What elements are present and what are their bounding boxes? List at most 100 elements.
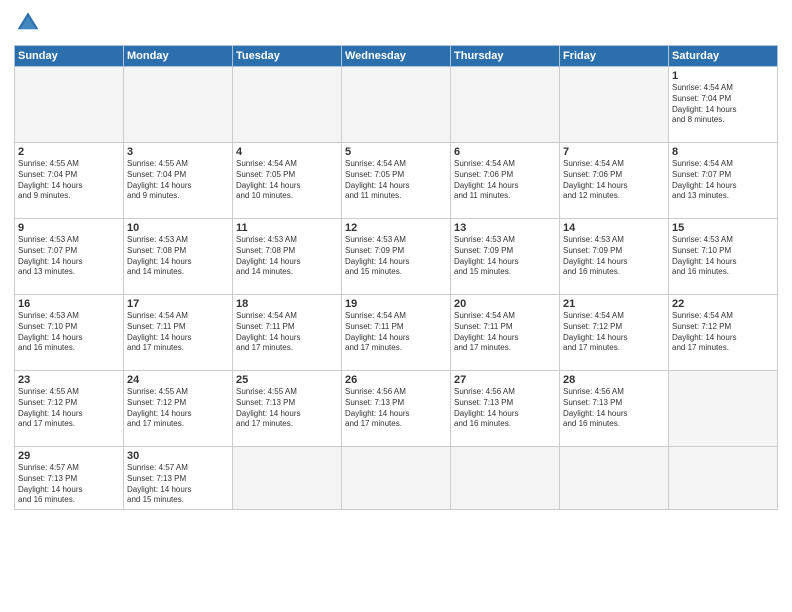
calendar-header-day: Sunday (15, 46, 124, 67)
day-number: 23 (18, 374, 120, 386)
calendar-cell (233, 67, 342, 143)
day-number: 13 (454, 222, 556, 234)
day-number: 30 (127, 450, 229, 462)
day-number: 20 (454, 298, 556, 310)
calendar-header-day: Wednesday (342, 46, 451, 67)
day-info: Sunrise: 4:54 AM Sunset: 7:07 PM Dayligh… (672, 159, 774, 202)
day-info: Sunrise: 4:54 AM Sunset: 7:06 PM Dayligh… (454, 159, 556, 202)
calendar-cell: 12 Sunrise: 4:53 AM Sunset: 7:09 PM Dayl… (342, 219, 451, 295)
calendar-cell (342, 67, 451, 143)
day-number: 15 (672, 222, 774, 234)
day-info: Sunrise: 4:54 AM Sunset: 7:11 PM Dayligh… (345, 311, 447, 354)
calendar-cell (669, 371, 778, 447)
calendar-cell (451, 447, 560, 510)
calendar-cell: 18 Sunrise: 4:54 AM Sunset: 7:11 PM Dayl… (233, 295, 342, 371)
day-info: Sunrise: 4:55 AM Sunset: 7:12 PM Dayligh… (127, 387, 229, 430)
calendar-cell: 8 Sunrise: 4:54 AM Sunset: 7:07 PM Dayli… (669, 143, 778, 219)
day-info: Sunrise: 4:53 AM Sunset: 7:08 PM Dayligh… (236, 235, 338, 278)
calendar-cell: 17 Sunrise: 4:54 AM Sunset: 7:11 PM Dayl… (124, 295, 233, 371)
calendar-cell: 2 Sunrise: 4:55 AM Sunset: 7:04 PM Dayli… (15, 143, 124, 219)
calendar-week-row: 2 Sunrise: 4:55 AM Sunset: 7:04 PM Dayli… (15, 143, 778, 219)
day-info: Sunrise: 4:54 AM Sunset: 7:11 PM Dayligh… (236, 311, 338, 354)
calendar-cell (15, 67, 124, 143)
day-info: Sunrise: 4:55 AM Sunset: 7:13 PM Dayligh… (236, 387, 338, 430)
calendar-cell: 1 Sunrise: 4:54 AM Sunset: 7:04 PM Dayli… (669, 67, 778, 143)
calendar-week-row: 16 Sunrise: 4:53 AM Sunset: 7:10 PM Dayl… (15, 295, 778, 371)
calendar-cell (342, 447, 451, 510)
day-number: 17 (127, 298, 229, 310)
day-info: Sunrise: 4:54 AM Sunset: 7:05 PM Dayligh… (345, 159, 447, 202)
calendar-header-day: Tuesday (233, 46, 342, 67)
calendar-cell: 30 Sunrise: 4:57 AM Sunset: 7:13 PM Dayl… (124, 447, 233, 510)
day-info: Sunrise: 4:56 AM Sunset: 7:13 PM Dayligh… (454, 387, 556, 430)
day-number: 1 (672, 70, 774, 82)
calendar-week-row: 1 Sunrise: 4:54 AM Sunset: 7:04 PM Dayli… (15, 67, 778, 143)
day-number: 11 (236, 222, 338, 234)
calendar-cell (560, 447, 669, 510)
page: SundayMondayTuesdayWednesdayThursdayFrid… (0, 0, 792, 612)
calendar-cell: 25 Sunrise: 4:55 AM Sunset: 7:13 PM Dayl… (233, 371, 342, 447)
calendar-cell: 7 Sunrise: 4:54 AM Sunset: 7:06 PM Dayli… (560, 143, 669, 219)
day-info: Sunrise: 4:54 AM Sunset: 7:12 PM Dayligh… (672, 311, 774, 354)
calendar-cell: 21 Sunrise: 4:54 AM Sunset: 7:12 PM Dayl… (560, 295, 669, 371)
calendar-cell (124, 67, 233, 143)
calendar-cell: 27 Sunrise: 4:56 AM Sunset: 7:13 PM Dayl… (451, 371, 560, 447)
calendar-cell: 6 Sunrise: 4:54 AM Sunset: 7:06 PM Dayli… (451, 143, 560, 219)
day-info: Sunrise: 4:54 AM Sunset: 7:12 PM Dayligh… (563, 311, 665, 354)
calendar-cell (669, 447, 778, 510)
day-number: 7 (563, 146, 665, 158)
day-info: Sunrise: 4:56 AM Sunset: 7:13 PM Dayligh… (345, 387, 447, 430)
day-info: Sunrise: 4:57 AM Sunset: 7:13 PM Dayligh… (127, 463, 229, 506)
calendar-cell (233, 447, 342, 510)
calendar-cell: 22 Sunrise: 4:54 AM Sunset: 7:12 PM Dayl… (669, 295, 778, 371)
day-number: 22 (672, 298, 774, 310)
calendar-week-row: 29 Sunrise: 4:57 AM Sunset: 7:13 PM Dayl… (15, 447, 778, 510)
day-number: 18 (236, 298, 338, 310)
calendar-cell: 5 Sunrise: 4:54 AM Sunset: 7:05 PM Dayli… (342, 143, 451, 219)
calendar-header-day: Friday (560, 46, 669, 67)
calendar-cell: 23 Sunrise: 4:55 AM Sunset: 7:12 PM Dayl… (15, 371, 124, 447)
calendar-cell (560, 67, 669, 143)
day-info: Sunrise: 4:56 AM Sunset: 7:13 PM Dayligh… (563, 387, 665, 430)
day-info: Sunrise: 4:55 AM Sunset: 7:04 PM Dayligh… (127, 159, 229, 202)
day-number: 2 (18, 146, 120, 158)
calendar-cell: 3 Sunrise: 4:55 AM Sunset: 7:04 PM Dayli… (124, 143, 233, 219)
day-info: Sunrise: 4:54 AM Sunset: 7:11 PM Dayligh… (454, 311, 556, 354)
day-info: Sunrise: 4:53 AM Sunset: 7:09 PM Dayligh… (563, 235, 665, 278)
calendar-header-day: Thursday (451, 46, 560, 67)
day-number: 9 (18, 222, 120, 234)
calendar-cell: 11 Sunrise: 4:53 AM Sunset: 7:08 PM Dayl… (233, 219, 342, 295)
calendar-header-day: Saturday (669, 46, 778, 67)
calendar-cell: 29 Sunrise: 4:57 AM Sunset: 7:13 PM Dayl… (15, 447, 124, 510)
day-number: 14 (563, 222, 665, 234)
day-number: 8 (672, 146, 774, 158)
day-info: Sunrise: 4:53 AM Sunset: 7:10 PM Dayligh… (672, 235, 774, 278)
calendar-cell: 4 Sunrise: 4:54 AM Sunset: 7:05 PM Dayli… (233, 143, 342, 219)
day-info: Sunrise: 4:54 AM Sunset: 7:04 PM Dayligh… (672, 83, 774, 126)
day-info: Sunrise: 4:55 AM Sunset: 7:12 PM Dayligh… (18, 387, 120, 430)
day-info: Sunrise: 4:53 AM Sunset: 7:09 PM Dayligh… (345, 235, 447, 278)
day-info: Sunrise: 4:54 AM Sunset: 7:06 PM Dayligh… (563, 159, 665, 202)
calendar-cell: 26 Sunrise: 4:56 AM Sunset: 7:13 PM Dayl… (342, 371, 451, 447)
calendar-cell: 9 Sunrise: 4:53 AM Sunset: 7:07 PM Dayli… (15, 219, 124, 295)
day-info: Sunrise: 4:54 AM Sunset: 7:05 PM Dayligh… (236, 159, 338, 202)
day-info: Sunrise: 4:57 AM Sunset: 7:13 PM Dayligh… (18, 463, 120, 506)
calendar-cell: 15 Sunrise: 4:53 AM Sunset: 7:10 PM Dayl… (669, 219, 778, 295)
day-number: 3 (127, 146, 229, 158)
calendar-cell: 28 Sunrise: 4:56 AM Sunset: 7:13 PM Dayl… (560, 371, 669, 447)
calendar-cell: 24 Sunrise: 4:55 AM Sunset: 7:12 PM Dayl… (124, 371, 233, 447)
day-info: Sunrise: 4:53 AM Sunset: 7:09 PM Dayligh… (454, 235, 556, 278)
day-info: Sunrise: 4:54 AM Sunset: 7:11 PM Dayligh… (127, 311, 229, 354)
day-number: 25 (236, 374, 338, 386)
day-info: Sunrise: 4:53 AM Sunset: 7:08 PM Dayligh… (127, 235, 229, 278)
day-number: 12 (345, 222, 447, 234)
day-number: 10 (127, 222, 229, 234)
day-number: 6 (454, 146, 556, 158)
day-number: 26 (345, 374, 447, 386)
day-info: Sunrise: 4:53 AM Sunset: 7:07 PM Dayligh… (18, 235, 120, 278)
day-number: 28 (563, 374, 665, 386)
day-number: 29 (18, 450, 120, 462)
header (14, 10, 778, 39)
day-info: Sunrise: 4:55 AM Sunset: 7:04 PM Dayligh… (18, 159, 120, 202)
day-number: 16 (18, 298, 120, 310)
